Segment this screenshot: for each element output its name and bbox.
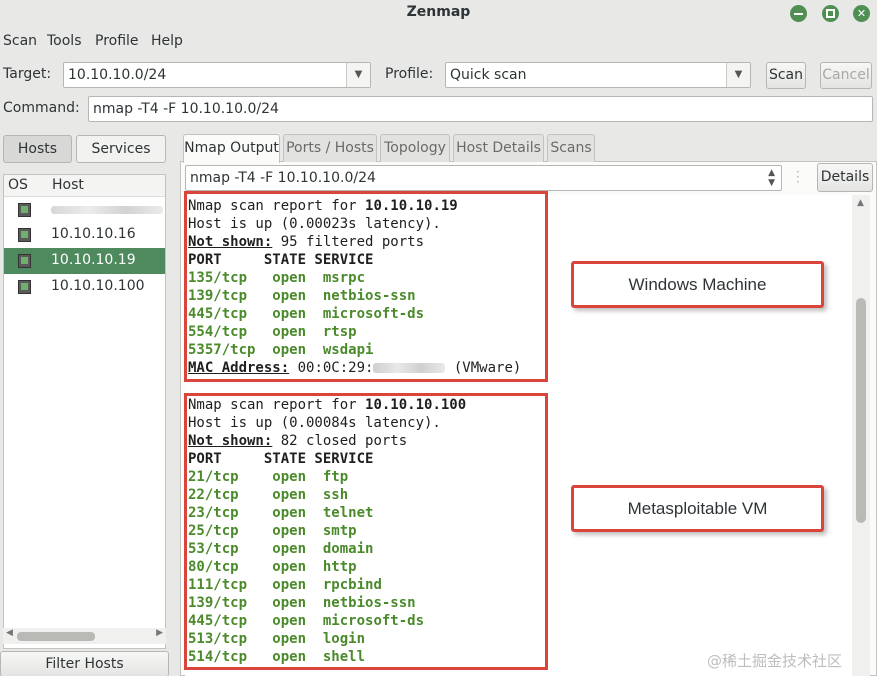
- host-address: 10.10.10.100: [51, 278, 145, 294]
- output-selector-value[interactable]: nmap -T4 -F 10.10.10.0/24: [190, 170, 376, 186]
- target-value[interactable]: 10.10.10.0/24: [68, 67, 166, 83]
- watermark: @稀土掘金技术社区: [707, 652, 843, 670]
- host-list-hscrollbar[interactable]: ◀ ▶: [3, 628, 166, 644]
- scroll-up-icon[interactable]: ▲: [857, 198, 864, 208]
- host-address: 10.10.10.16: [51, 226, 136, 242]
- window-title: Zenmap: [406, 4, 471, 20]
- column-os[interactable]: OS: [8, 177, 28, 193]
- menu-profile[interactable]: Profile: [95, 33, 139, 49]
- chevron-down-icon[interactable]: ▼: [346, 63, 370, 87]
- column-host[interactable]: Host: [52, 177, 84, 193]
- services-button[interactable]: Services: [76, 135, 166, 163]
- tab-scans[interactable]: Scans: [547, 134, 595, 162]
- menu-tools[interactable]: Tools: [47, 33, 82, 49]
- tab-host-details[interactable]: Host Details: [453, 134, 544, 162]
- host-list-header: OS Host: [4, 175, 165, 197]
- profile-value[interactable]: Quick scan: [450, 67, 526, 83]
- callout-windows-machine: Windows Machine: [571, 261, 824, 308]
- host-list[interactable]: OS Host 10.10.10.16 10.10.10.19 10.10.10…: [3, 174, 166, 649]
- tab-topology[interactable]: Topology: [380, 134, 450, 162]
- target-combo[interactable]: 10.10.10.0/24 ▼: [63, 62, 371, 88]
- title-bar: Zenmap ✕: [0, 0, 877, 28]
- menu-bar: Scan Tools Profile Help: [0, 28, 877, 54]
- output-selector[interactable]: nmap -T4 -F 10.10.10.0/24 ▲ ▼: [185, 165, 782, 191]
- scroll-right-icon[interactable]: ▶: [156, 628, 163, 638]
- scroll-left-icon[interactable]: ◀: [6, 628, 13, 638]
- target-label: Target:: [3, 66, 52, 82]
- maximize-button[interactable]: [822, 5, 839, 22]
- profile-label: Profile:: [385, 66, 434, 82]
- output-vscrollbar[interactable]: ▲: [852, 195, 870, 676]
- scan-button[interactable]: Scan: [766, 62, 806, 89]
- filter-hosts-button[interactable]: Filter Hosts: [0, 651, 169, 676]
- spin-arrows-icon[interactable]: ▲ ▼: [768, 168, 775, 188]
- host-address: 10.10.10.19: [51, 252, 136, 268]
- host-row[interactable]: 10.10.10.100: [4, 274, 165, 300]
- close-button[interactable]: ✕: [853, 5, 870, 22]
- command-value[interactable]: nmap -T4 -F 10.10.10.0/24: [93, 101, 279, 117]
- tab-ports-hosts[interactable]: Ports / Hosts: [283, 134, 377, 162]
- os-icon: [18, 203, 31, 217]
- host-row-selected[interactable]: 10.10.10.19: [4, 248, 165, 274]
- host-row[interactable]: [4, 197, 165, 223]
- menu-help[interactable]: Help: [151, 33, 183, 49]
- profile-combo[interactable]: Quick scan ▼: [445, 62, 751, 88]
- hosts-button[interactable]: Hosts: [3, 135, 72, 163]
- minimize-button[interactable]: [790, 5, 807, 22]
- grip-icon: · · ·: [796, 165, 800, 189]
- highlight-box-metasploitable: [184, 393, 548, 670]
- scrollbar-thumb[interactable]: [856, 298, 866, 523]
- os-icon: [18, 254, 31, 268]
- tab-nmap-output[interactable]: Nmap Output: [183, 134, 280, 163]
- host-row[interactable]: 10.10.10.16: [4, 222, 165, 248]
- os-icon: [18, 228, 31, 242]
- menu-scan[interactable]: Scan: [3, 33, 37, 49]
- scrollbar-thumb[interactable]: [17, 632, 95, 641]
- redacted-host: [51, 206, 163, 214]
- command-label: Command:: [3, 100, 80, 116]
- command-field[interactable]: nmap -T4 -F 10.10.10.0/24: [88, 96, 873, 122]
- os-icon: [18, 280, 31, 294]
- highlight-box-windows: [184, 191, 548, 382]
- chevron-down-icon[interactable]: ▼: [726, 63, 750, 87]
- cancel-button[interactable]: Cancel: [820, 62, 872, 89]
- details-button[interactable]: Details: [817, 163, 873, 192]
- callout-metasploitable-vm: Metasploitable VM: [571, 485, 824, 532]
